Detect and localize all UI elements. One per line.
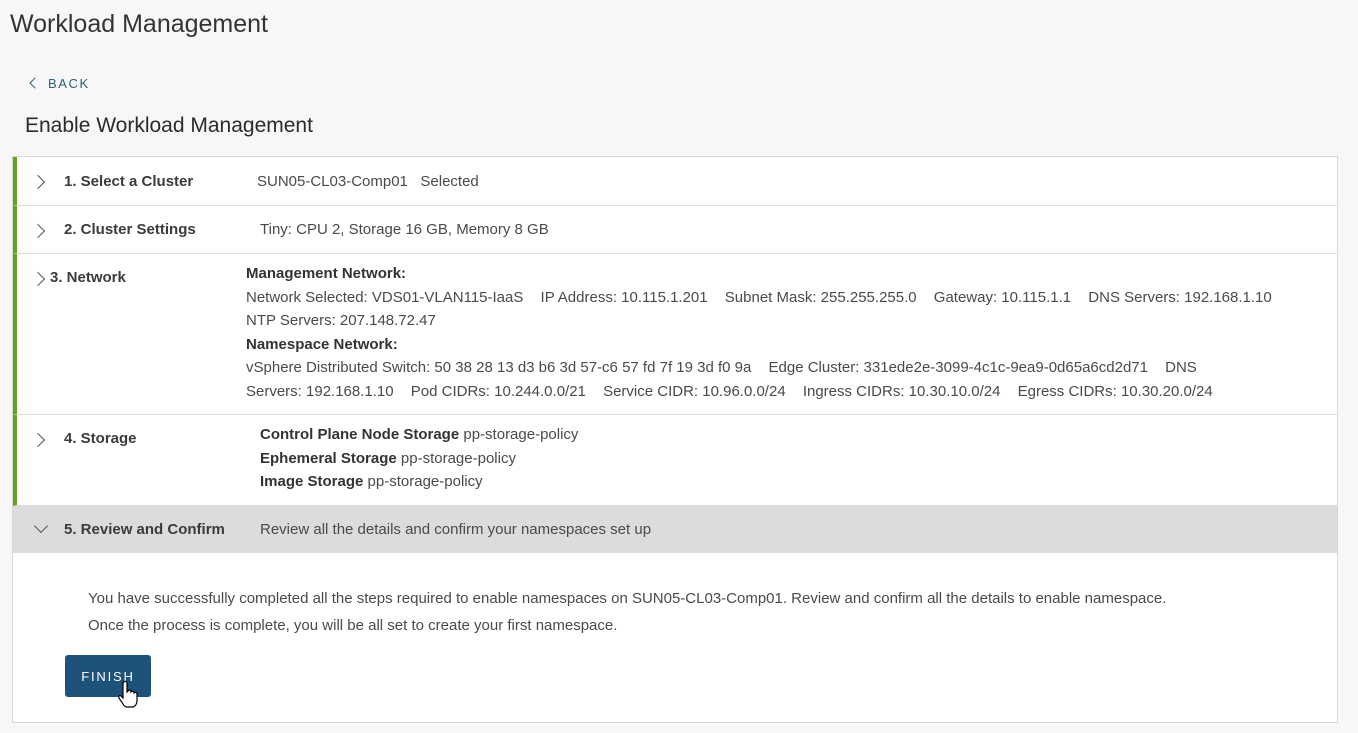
edge-cluster: Edge Cluster: 331ede2e-3099-4c1c-9ea9-0d…	[768, 359, 1148, 376]
ephemeral-value: pp-storage-policy	[400, 449, 516, 467]
step-title: 4. Storage	[64, 430, 137, 447]
dns-servers: DNS Servers: 192.168.1.10	[1088, 288, 1272, 306]
network-selected: Network Selected: VDS01-VLAN115-IaaS	[246, 288, 524, 306]
image-value: pp-storage-policy	[367, 473, 483, 490]
ntp-servers: NTP Servers: 207.148.72.47	[246, 312, 436, 329]
step-network[interactable]: 3. Network Management Network: Network S…	[13, 254, 1337, 415]
ephemeral-label: Ephemeral Storage	[260, 449, 397, 467]
namespace-dns-servers: Servers: 192.168.1.10	[246, 382, 394, 400]
wizard-title: Enable Workload Management	[25, 114, 313, 137]
storage-summary: Control Plane Node Storage pp-storage-po…	[260, 423, 578, 494]
image-label: Image Storage	[260, 473, 364, 490]
chevron-right-icon[interactable]	[30, 174, 46, 190]
back-label: BACK	[48, 76, 90, 91]
chevron-right-icon[interactable]	[30, 223, 46, 239]
step-storage[interactable]: 4. Storage Control Plane Node Storage pp…	[13, 415, 1337, 506]
pod-cidrs: Pod CIDRs: 10.244.0.0/21	[410, 382, 586, 400]
hand-cursor-icon	[118, 680, 138, 708]
step-select-cluster[interactable]: 1. Select a Cluster SUN05-CL03-Comp01 Se…	[13, 157, 1337, 206]
back-link[interactable]: BACK	[29, 76, 90, 91]
chevron-down-icon[interactable]	[33, 518, 49, 534]
page-title: Workload Management	[10, 10, 269, 38]
chevron-left-icon	[29, 77, 41, 89]
step-summary: Tiny: CPU 2, Storage 16 GB, Memory 8 GB	[260, 221, 549, 238]
gateway: Gateway: 10.115.1.1	[933, 288, 1072, 306]
management-network-heading: Management Network:	[246, 265, 407, 282]
dns-prefix: DNS	[1165, 359, 1197, 376]
step-review-confirm[interactable]: 5. Review and Confirm Review all the det…	[13, 506, 1337, 553]
review-text-line1: You have successfully completed all the …	[88, 590, 1167, 607]
subnet-mask: Subnet Mask: 255.255.255.0	[724, 288, 917, 306]
step-title: 5. Review and Confirm	[64, 521, 225, 538]
namespace-network-heading: Namespace Network:	[246, 335, 398, 353]
vds: vSphere Distributed Switch: 50 38 28 13 …	[246, 359, 752, 376]
step-title: 2. Cluster Settings	[64, 221, 196, 238]
step-title: 3. Network	[50, 269, 126, 286]
review-description: You have successfully completed all the …	[88, 585, 1328, 639]
step-summary: SUN05-CL03-Comp01 Selected	[257, 173, 479, 190]
review-text-line2: Once the process is complete, you will b…	[88, 617, 618, 634]
chevron-right-icon[interactable]	[30, 432, 46, 448]
control-plane-label: Control Plane Node Storage	[260, 426, 460, 443]
chevron-right-icon[interactable]	[30, 271, 46, 287]
egress-cidrs: Egress CIDRs: 10.30.20.0/24	[1017, 382, 1213, 400]
service-cidr: Service CIDR: 10.96.0.0/24	[603, 382, 786, 400]
ip-address: IP Address: 10.115.1.201	[540, 288, 708, 306]
finish-button[interactable]: FINISH	[65, 655, 151, 697]
step-summary: Review all the details and confirm your …	[260, 521, 652, 538]
control-plane-value: pp-storage-policy	[463, 426, 579, 443]
wizard-stepper: 1. Select a Cluster SUN05-CL03-Comp01 Se…	[12, 156, 1338, 723]
step-cluster-settings[interactable]: 2. Cluster Settings Tiny: CPU 2, Storage…	[13, 206, 1337, 254]
ingress-cidrs: Ingress CIDRs: 10.30.10.0/24	[802, 382, 1001, 400]
network-summary: Management Network: Network Selected: VD…	[246, 262, 1285, 403]
step-title: 1. Select a Cluster	[64, 173, 194, 190]
